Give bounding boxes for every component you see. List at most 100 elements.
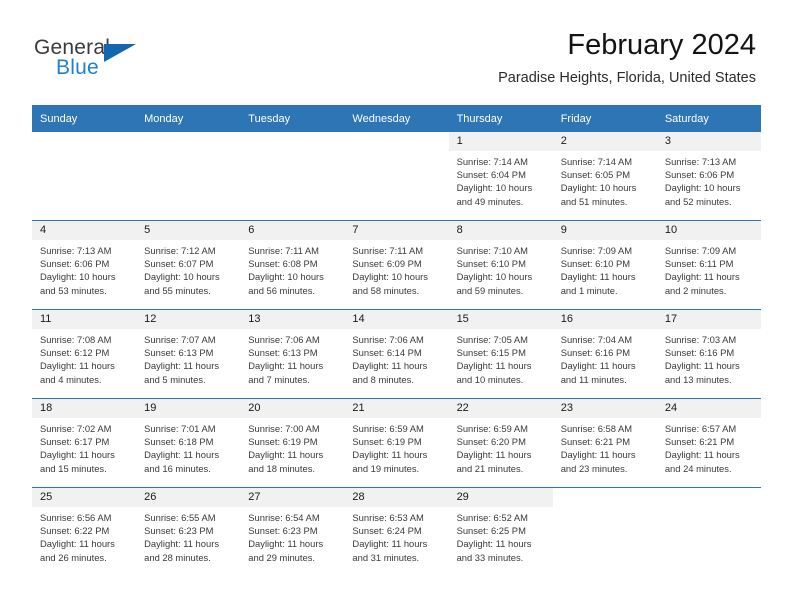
daylight-duration-line2: and 18 minutes. <box>248 462 315 474</box>
sunset-time: Sunset: 6:21 PM <box>560 436 631 448</box>
day-number: 12 <box>136 310 241 329</box>
calendar-cell-day[interactable]: 29 Sunrise: 6:52 AM Sunset: 6:25 PM Dayligh… <box>448 488 553 577</box>
calendar-cell-day[interactable]: 11 Sunrise: 7:08 AM Sunset: 6:12 PM Dayligh… <box>32 309 137 399</box>
calendar-cell-inner: 11 Sunrise: 7:08 AM Sunset: 6:12 PM Dayligh… <box>32 310 137 398</box>
sunset-time: Sunset: 6:16 PM <box>560 347 631 359</box>
daylight-duration-line2: and 26 minutes. <box>40 551 107 563</box>
calendar-cell-inner: 10 Sunrise: 7:09 AM Sunset: 6:11 PM Dayligh… <box>656 221 761 309</box>
day-number: 9 <box>552 221 657 240</box>
daylight-duration-line1: Daylight: 10 hours <box>456 271 533 283</box>
calendar-cell-day[interactable]: 5 Sunrise: 7:12 AM Sunset: 6:07 PM Daylight… <box>136 220 241 310</box>
calendar-cell-day[interactable]: 2 Sunrise: 7:14 AM Sunset: 6:05 PM Daylight… <box>552 132 657 221</box>
sunrise-time: Sunrise: 7:02 AM <box>40 423 112 434</box>
daylight-duration-line1: Daylight: 10 hours <box>248 271 324 283</box>
sunrise-time: Sunrise: 6:53 AM <box>352 512 424 523</box>
calendar-cell-day[interactable]: 4 Sunrise: 7:13 AM Sunset: 6:06 PM Daylight… <box>32 220 137 310</box>
day-details: Sunrise: 7:10 AM Sunset: 6:10 PM Daylight:… <box>449 240 553 297</box>
sunrise-time: Sunrise: 7:06 AM <box>248 334 320 345</box>
calendar-cell-inner: 20 Sunrise: 7:00 AM Sunset: 6:19 PM Dayligh… <box>240 399 345 487</box>
daylight-duration-line1: Daylight: 11 hours <box>40 360 115 372</box>
day-number: 13 <box>240 310 345 329</box>
daylight-duration-line1: Daylight: 10 hours <box>560 182 637 194</box>
calendar-cell-empty <box>344 132 449 221</box>
day-details: Sunrise: 7:01 AM Sunset: 6:18 PM Daylight:… <box>136 418 240 475</box>
calendar-page: General Blue February 2024 Paradise Heig… <box>0 0 792 612</box>
daylight-duration-line1: Daylight: 11 hours <box>248 538 324 550</box>
calendar-cell-day[interactable]: 6 Sunrise: 7:11 AM Sunset: 6:08 PM Daylight… <box>240 220 345 310</box>
calendar-cell-day[interactable]: 7 Sunrise: 7:11 AM Sunset: 6:09 PM Daylight… <box>344 220 449 310</box>
calendar-cell-day[interactable]: 20 Sunrise: 7:00 AM Sunset: 6:19 PM Dayligh… <box>240 398 345 488</box>
sunset-time: Sunset: 6:21 PM <box>664 436 735 448</box>
calendar-cell-inner: 6 Sunrise: 7:11 AM Sunset: 6:08 PM Daylight… <box>240 221 345 309</box>
day-number <box>344 132 449 151</box>
calendar-cell-day[interactable]: 19 Sunrise: 7:01 AM Sunset: 6:18 PM Dayligh… <box>136 398 241 488</box>
calendar-cell-day[interactable]: 14 Sunrise: 7:06 AM Sunset: 6:14 PM Dayligh… <box>344 309 449 399</box>
daylight-duration-line2: and 59 minutes. <box>456 284 524 296</box>
calendar-cell-day[interactable]: 15 Sunrise: 7:05 AM Sunset: 6:15 PM Dayligh… <box>448 309 553 399</box>
daylight-duration-line2: and 51 minutes. <box>560 195 628 207</box>
day-number: 29 <box>448 488 553 507</box>
calendar-cell-day[interactable]: 18 Sunrise: 7:02 AM Sunset: 6:17 PM Dayligh… <box>32 398 137 488</box>
sunset-time: Sunset: 6:06 PM <box>40 258 110 270</box>
sunrise-time: Sunrise: 7:01 AM <box>144 423 216 434</box>
calendar-cell-day[interactable]: 23 Sunrise: 6:58 AM Sunset: 6:21 PM Dayligh… <box>552 398 657 488</box>
calendar-cell-inner: 8 Sunrise: 7:10 AM Sunset: 6:10 PM Daylight… <box>448 221 553 309</box>
daylight-duration-line1: Daylight: 10 hours <box>352 271 428 283</box>
calendar-cell-day[interactable]: 1 Sunrise: 7:14 AM Sunset: 6:04 PM Daylight… <box>448 132 553 221</box>
daylight-duration-line1: Daylight: 11 hours <box>144 449 220 461</box>
sunrise-time: Sunrise: 7:07 AM <box>144 334 216 345</box>
day-details: Sunrise: 7:14 AM Sunset: 6:05 PM Daylight:… <box>553 151 657 208</box>
calendar-cell-day[interactable]: 12 Sunrise: 7:07 AM Sunset: 6:13 PM Dayligh… <box>136 309 241 399</box>
daylight-duration-line2: and 58 minutes. <box>352 284 420 296</box>
day-number: 6 <box>240 221 345 240</box>
calendar-cell-day[interactable]: 8 Sunrise: 7:10 AM Sunset: 6:10 PM Daylight… <box>448 220 553 310</box>
calendar-cell-day[interactable]: 22 Sunrise: 6:59 AM Sunset: 6:20 PM Dayligh… <box>448 398 553 488</box>
day-number: 16 <box>552 310 657 329</box>
day-number: 8 <box>448 221 553 240</box>
calendar-week-row: 1 Sunrise: 7:14 AM Sunset: 6:04 PM Daylight… <box>32 132 761 221</box>
weekday-header-sunday: Sunday <box>32 105 137 132</box>
day-details: Sunrise: 7:03 AM Sunset: 6:16 PM Daylight:… <box>657 329 761 386</box>
sunset-time: Sunset: 6:10 PM <box>560 258 631 270</box>
day-details: Sunrise: 7:00 AM Sunset: 6:19 PM Daylight:… <box>240 418 344 475</box>
day-details: Sunrise: 7:09 AM Sunset: 6:10 PM Daylight:… <box>553 240 657 297</box>
calendar-cell-day[interactable]: 10 Sunrise: 7:09 AM Sunset: 6:11 PM Dayligh… <box>656 220 761 310</box>
calendar-cell-day[interactable]: 13 Sunrise: 7:06 AM Sunset: 6:13 PM Dayligh… <box>240 309 345 399</box>
day-number: 15 <box>448 310 553 329</box>
daylight-duration-line1: Daylight: 11 hours <box>40 538 115 550</box>
calendar-cell-day[interactable]: 21 Sunrise: 6:59 AM Sunset: 6:19 PM Dayligh… <box>344 398 449 488</box>
calendar-cell-inner: 17 Sunrise: 7:03 AM Sunset: 6:16 PM Dayligh… <box>656 310 761 398</box>
calendar-cell-inner: 23 Sunrise: 6:58 AM Sunset: 6:21 PM Dayligh… <box>552 399 657 487</box>
calendar-cell-day[interactable]: 25 Sunrise: 6:56 AM Sunset: 6:22 PM Dayligh… <box>32 488 137 577</box>
day-number: 18 <box>32 399 137 418</box>
calendar-cell-inner: 28 Sunrise: 6:53 AM Sunset: 6:24 PM Dayligh… <box>344 488 449 576</box>
sunrise-time: Sunrise: 6:52 AM <box>456 512 528 523</box>
calendar-cell-day[interactable]: 26 Sunrise: 6:55 AM Sunset: 6:23 PM Dayligh… <box>136 488 241 577</box>
calendar-cell-inner <box>344 132 449 220</box>
calendar-cell-day[interactable]: 17 Sunrise: 7:03 AM Sunset: 6:16 PM Dayligh… <box>656 309 761 399</box>
calendar-cell-day[interactable]: 24 Sunrise: 6:57 AM Sunset: 6:21 PM Dayligh… <box>656 398 761 488</box>
calendar-cell-inner: 7 Sunrise: 7:11 AM Sunset: 6:09 PM Daylight… <box>344 221 449 309</box>
day-details: Sunrise: 7:02 AM Sunset: 6:17 PM Daylight:… <box>32 418 136 475</box>
calendar-cell-empty <box>240 132 345 221</box>
calendar-cell-empty <box>136 132 241 221</box>
calendar-cell-inner <box>240 132 345 220</box>
day-number: 5 <box>136 221 241 240</box>
general-blue-logo[interactable]: General Blue <box>34 36 264 84</box>
calendar-cell-day[interactable]: 28 Sunrise: 6:53 AM Sunset: 6:24 PM Dayligh… <box>344 488 449 577</box>
sunrise-time: Sunrise: 7:10 AM <box>456 245 528 256</box>
calendar-week-row: 25 Sunrise: 6:56 AM Sunset: 6:22 PM Dayligh… <box>32 488 761 577</box>
day-number: 26 <box>136 488 241 507</box>
day-details: Sunrise: 6:55 AM Sunset: 6:23 PM Daylight:… <box>136 507 240 564</box>
calendar-cell-day[interactable]: 27 Sunrise: 6:54 AM Sunset: 6:23 PM Dayligh… <box>240 488 345 577</box>
sunrise-time: Sunrise: 7:00 AM <box>248 423 320 434</box>
calendar-cell-inner <box>656 488 761 576</box>
sunset-time: Sunset: 6:09 PM <box>352 258 422 270</box>
calendar-cell-day[interactable]: 3 Sunrise: 7:13 AM Sunset: 6:06 PM Daylight… <box>656 132 761 221</box>
sunrise-time: Sunrise: 7:03 AM <box>664 334 737 345</box>
calendar-cell-day[interactable]: 16 Sunrise: 7:04 AM Sunset: 6:16 PM Dayligh… <box>552 309 657 399</box>
calendar-cell-inner: 24 Sunrise: 6:57 AM Sunset: 6:21 PM Dayligh… <box>656 399 761 487</box>
calendar-cell-day[interactable]: 9 Sunrise: 7:09 AM Sunset: 6:10 PM Daylight… <box>552 220 657 310</box>
day-details: Sunrise: 7:12 AM Sunset: 6:07 PM Daylight:… <box>136 240 240 297</box>
day-number: 17 <box>656 310 761 329</box>
